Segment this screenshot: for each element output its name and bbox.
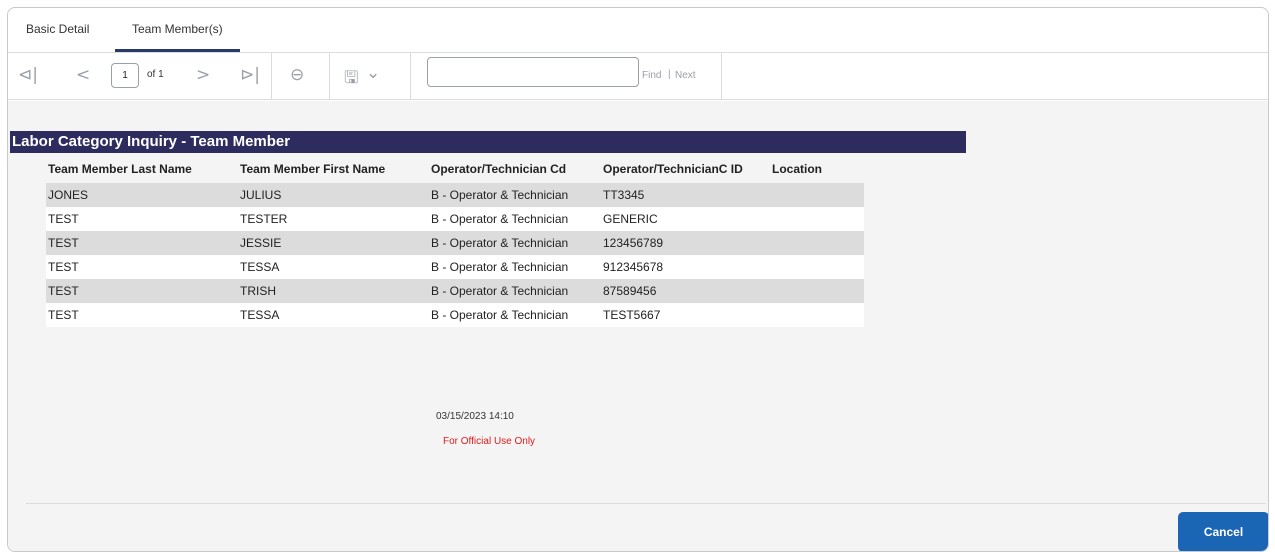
first-page-icon[interactable]: ⊲| [18, 65, 38, 85]
table-cell: B - Operator & Technician [429, 183, 601, 207]
classification-notice: For Official Use Only [443, 436, 536, 447]
table-cell: B - Operator & Technician [429, 207, 601, 231]
column-header: Team Member First Name [240, 162, 386, 176]
page-number-input[interactable]: 1 [111, 63, 139, 88]
column-header: Operator/Technician Cd [431, 162, 567, 176]
table-cell: TESTER [238, 207, 429, 231]
table-cell: JESSIE [238, 231, 429, 255]
table-cell [770, 183, 864, 207]
table-cell: TEST5667 [601, 303, 770, 327]
table-cell: 912345678 [601, 255, 770, 279]
tab-basic-detail[interactable]: Basic Detail [26, 22, 89, 36]
table-cell: 123456789 [601, 231, 770, 255]
table-cell: TRISH [238, 279, 429, 303]
table-row: TEST TRISH B - Operator & Technician 875… [46, 279, 864, 303]
footer-divider [26, 503, 1266, 504]
table-cell: JULIUS [238, 183, 429, 207]
table-cell [770, 303, 864, 327]
next-page-icon[interactable]: > [196, 65, 210, 85]
table-cell: B - Operator & Technician [429, 255, 601, 279]
table-row: JONES JULIUS B - Operator & Technician T… [46, 183, 864, 207]
table-cell: GENERIC [601, 207, 770, 231]
back-arrow-icon[interactable]: ⊖ [290, 65, 304, 85]
report-toolbar: ⊲| < 1 of 1 > ⊳| ⊖ 🖫 ⌄ Find | Next [8, 53, 1268, 100]
find-next-link[interactable]: Next [675, 70, 696, 81]
team-member-table: Team Member Last Name Team Member First … [46, 155, 864, 327]
toolbar-divider [410, 53, 411, 99]
table-cell: TESSA [238, 255, 429, 279]
table-cell: TEST [46, 207, 238, 231]
active-tab-indicator [115, 49, 240, 52]
toolbar-divider [271, 53, 272, 99]
cancel-button[interactable]: Cancel [1178, 512, 1268, 551]
column-header: Location [772, 162, 822, 176]
find-separator: | [668, 69, 671, 80]
table-cell [770, 279, 864, 303]
table-cell: JONES [46, 183, 238, 207]
table-cell: TEST [46, 303, 238, 327]
table-cell: TESSA [238, 303, 429, 327]
page-count-label: of 1 [147, 69, 164, 80]
table-cell [770, 207, 864, 231]
table-cell: B - Operator & Technician [429, 303, 601, 327]
tab-bar: Basic Detail Team Member(s) [8, 8, 1268, 53]
tab-team-members[interactable]: Team Member(s) [132, 22, 223, 36]
last-page-icon[interactable]: ⊳| [240, 65, 260, 85]
chevron-down-icon[interactable]: ⌄ [366, 63, 380, 83]
table-cell: B - Operator & Technician [429, 279, 601, 303]
table-header-row: Team Member Last Name Team Member First … [46, 155, 864, 183]
toolbar-divider [329, 53, 330, 99]
report-timestamp: 03/15/2023 14:10 [436, 411, 514, 422]
table-row: TEST TESSA B - Operator & Technician 912… [46, 255, 864, 279]
table-cell: TEST [46, 279, 238, 303]
column-header: Team Member Last Name [48, 162, 192, 176]
toolbar-divider [721, 53, 722, 99]
table-cell [770, 255, 864, 279]
table-cell [770, 231, 864, 255]
report-viewer-panel: Basic Detail Team Member(s) ⊲| < 1 of 1 … [7, 7, 1269, 552]
table-row: TEST TESTER B - Operator & Technician GE… [46, 207, 864, 231]
table-row: TEST TESSA B - Operator & Technician TES… [46, 303, 864, 327]
table-row: TEST JESSIE B - Operator & Technician 12… [46, 231, 864, 255]
find-link[interactable]: Find [642, 70, 661, 81]
prev-page-icon[interactable]: < [76, 65, 90, 85]
find-text-input[interactable] [427, 57, 639, 87]
save-icon[interactable]: 🖫 [344, 65, 358, 94]
table-cell: B - Operator & Technician [429, 231, 601, 255]
table-cell: 87589456 [601, 279, 770, 303]
column-header: Operator/TechnicianC ID [603, 162, 743, 176]
table-cell: TEST [46, 231, 238, 255]
table-cell: TEST [46, 255, 238, 279]
table-cell: TT3345 [601, 183, 770, 207]
report-content: Labor Category Inquiry - Team Member Tea… [8, 101, 1268, 551]
report-title: Labor Category Inquiry - Team Member [10, 131, 966, 153]
